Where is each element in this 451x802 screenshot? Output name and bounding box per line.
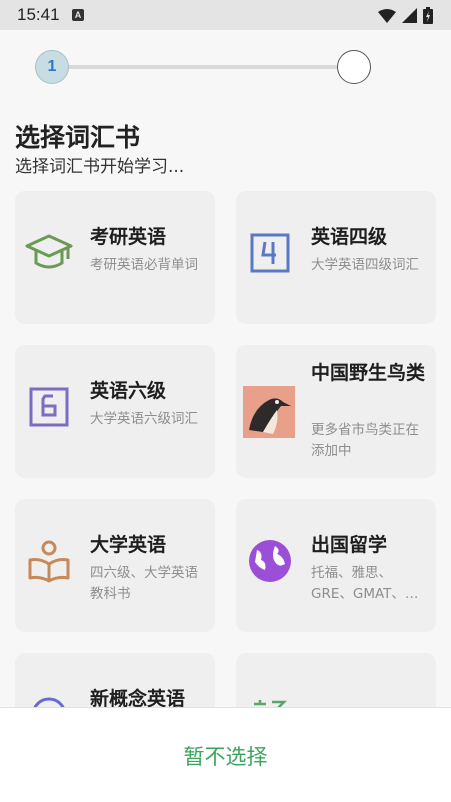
notification-a-icon: A xyxy=(72,9,84,21)
system-icons xyxy=(378,7,433,24)
book-card-kaoyan[interactable]: 考研英语 考研英语必背单词 xyxy=(15,191,215,324)
globe-icon xyxy=(244,535,296,587)
book-description: 大学英语六级词汇 xyxy=(90,411,198,427)
bird-image xyxy=(243,386,295,438)
book-description: 四六级、大学英语教科书 xyxy=(90,565,198,602)
book-name: 大学英语 xyxy=(90,534,167,556)
stepper-line xyxy=(52,65,354,69)
book-name: 英语四级 xyxy=(311,226,388,248)
step-1-indicator: 1 xyxy=(35,50,69,84)
skip-button[interactable]: 暂不选择 xyxy=(0,741,451,771)
book-card-cet4[interactable]: 英语四级 大学英语四级词汇 xyxy=(236,191,436,324)
wifi-icon xyxy=(378,8,396,23)
progress-stepper: 1 xyxy=(35,50,371,84)
book-description: 大学英语四级词汇 xyxy=(311,257,419,273)
page-title: 选择词汇书 xyxy=(15,123,141,152)
book-name: 出国留学 xyxy=(311,534,388,556)
graduation-cap-icon xyxy=(23,227,75,279)
book-card-abroad[interactable]: 出国留学 托福、雅思、GRE、GMAT、… xyxy=(236,499,436,632)
book-name: 考研英语 xyxy=(90,226,167,248)
number-6-icon xyxy=(23,381,75,433)
step-2-indicator xyxy=(337,50,371,84)
page-subtitle: 选择词汇书开始学习... xyxy=(15,157,185,177)
status-bar: 15:41 A xyxy=(0,0,451,30)
book-description: 更多省市鸟类正在添加中 xyxy=(311,422,419,459)
book-description: 考研英语必背单词 xyxy=(90,257,198,273)
battery-icon xyxy=(423,7,433,24)
signal-icon xyxy=(402,8,417,23)
bottom-bar: 暂不选择 xyxy=(0,707,451,802)
book-description: 托福、雅思、GRE、GMAT、… xyxy=(311,565,419,602)
status-time: 15:41 xyxy=(17,5,60,24)
book-card-cet6[interactable]: 英语六级 大学英语六级词汇 xyxy=(15,345,215,478)
number-4-icon xyxy=(244,227,296,279)
book-card-birds[interactable]: 中国野生鸟类 更多省市鸟类正在添加中 xyxy=(236,345,436,478)
book-name: 英语六级 xyxy=(90,380,167,402)
open-book-reader-icon xyxy=(23,535,75,587)
book-card-college[interactable]: 大学英语 四六级、大学英语教科书 xyxy=(15,499,215,632)
book-name: 中国野生鸟类 xyxy=(311,362,426,384)
